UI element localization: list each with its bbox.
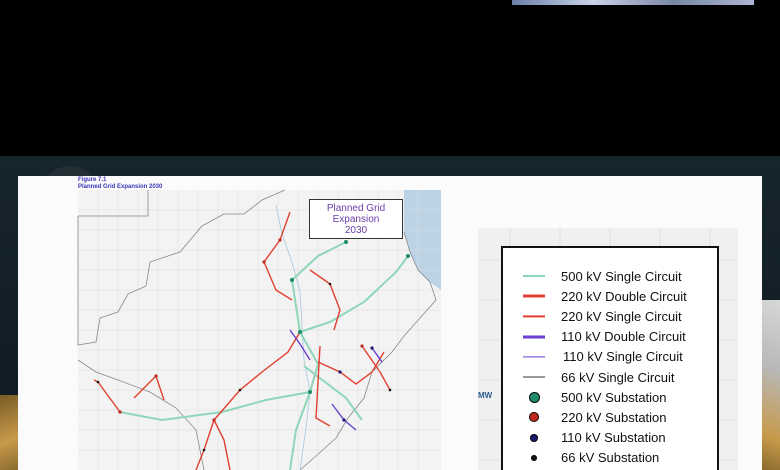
legend-dot-swatch xyxy=(523,448,545,468)
substation-220kv xyxy=(278,238,282,242)
substation-500kv xyxy=(344,240,348,244)
legend-item: 220 kV Single Circuit xyxy=(503,306,717,326)
legend-line-swatch xyxy=(523,286,545,306)
legend-item: 66 kV Single Circuit xyxy=(503,367,717,387)
legend-dot-swatch xyxy=(523,387,545,407)
substation-500kv xyxy=(308,390,312,394)
map-legend: 500 kV Single Circuit 220 kV Double Circu… xyxy=(501,246,719,470)
legend-item: 110 kV Single Circuit xyxy=(503,347,717,367)
legend-item-label: 66 kV Substation xyxy=(561,450,660,466)
legend-item-label: 66 kV Single Circuit xyxy=(561,369,675,385)
map-title-line-1: Planned Grid xyxy=(326,202,386,214)
substation-110kv xyxy=(342,418,346,422)
substation-500kv xyxy=(290,278,294,282)
legend-line-swatch xyxy=(523,327,545,347)
substation-66kv xyxy=(328,282,332,286)
legend-item: 110 kV Substation xyxy=(503,428,717,448)
legend-item-label: 500 kV Single Circuit xyxy=(561,268,682,284)
legend-item-label: 220 kV Substation xyxy=(561,409,667,425)
legend-item: 500 kV Single Circuit xyxy=(503,266,717,286)
legend-line-swatch xyxy=(523,266,545,286)
substation-66kv xyxy=(202,448,206,452)
legend-line-swatch xyxy=(523,347,545,367)
substation-66kv xyxy=(238,388,242,392)
substation-220kv xyxy=(154,374,158,378)
substation-110kv xyxy=(338,370,342,374)
legend-item-label: 220 kV Single Circuit xyxy=(561,308,682,324)
legend-line-swatch xyxy=(523,367,545,387)
substation-500kv xyxy=(406,254,410,258)
substation-220kv xyxy=(212,418,216,422)
substation-66kv xyxy=(96,380,100,384)
legend-dot-swatch xyxy=(523,407,545,427)
legend-item-label: 220 kV Double Circuit xyxy=(561,288,687,304)
substation-500kv xyxy=(298,330,302,334)
legend-item: 500 kV Substation xyxy=(503,387,717,407)
legend-item-label: 110 kV Substation xyxy=(561,430,666,446)
legend-item: 220 kV Substation xyxy=(503,407,717,427)
map-title-line-3: 2030 xyxy=(344,224,368,236)
legend-item-label: 110 kV Single Circuit xyxy=(563,349,683,365)
legend-item: 220 kV Double Circuit xyxy=(503,286,717,306)
map-title-box: Planned Grid Expansion 2030 xyxy=(309,199,403,239)
map-title-line-2: Expansion xyxy=(332,213,380,225)
legend-dot-swatch xyxy=(523,428,545,448)
substation-220kv xyxy=(360,344,364,348)
legend-item-label: 110 kV Double Circuit xyxy=(561,329,686,345)
legend-item-label: 500 kV Substation xyxy=(561,389,667,405)
substation-110kv xyxy=(370,346,374,350)
side-label: MW xyxy=(478,391,493,400)
substation-220kv xyxy=(118,410,122,414)
substation-66kv xyxy=(388,388,392,392)
legend-line-swatch xyxy=(523,306,545,326)
legend-item: 66 kV Substation xyxy=(503,448,717,468)
legend-item: 110 kV Double Circuit xyxy=(503,327,717,347)
substation-220kv xyxy=(262,260,266,264)
